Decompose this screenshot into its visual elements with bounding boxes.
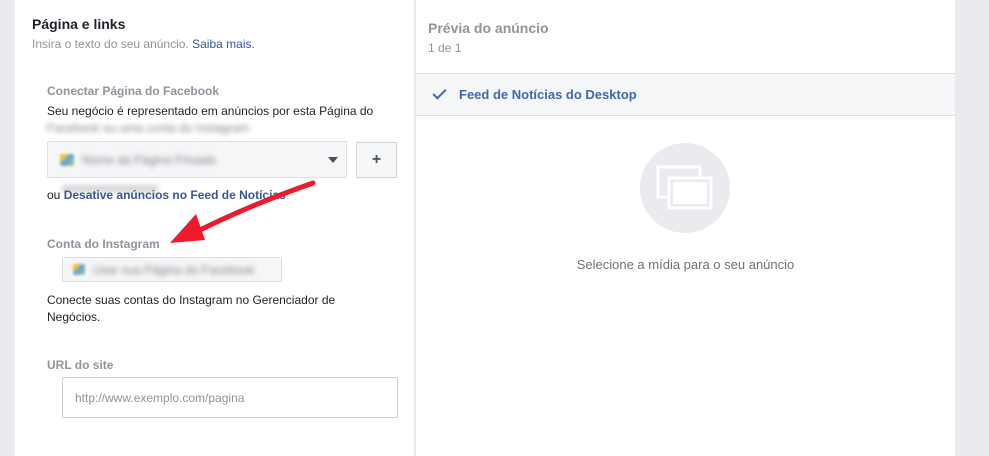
media-placeholder-icon	[656, 165, 713, 210]
selected-instagram-account: Usar sua Página do Facebook	[93, 262, 255, 277]
media-placeholder	[640, 143, 730, 233]
learn-more-link[interactable]: Saiba mais.	[192, 37, 255, 51]
blurred-text: Facebook ou uma conta do Instagram	[47, 121, 250, 135]
facebook-page-label: Conectar Página do Facebook	[47, 84, 220, 98]
empty-preview-message: Selecione a mídia para o seu anúncio	[576, 257, 795, 272]
facebook-page-select[interactable]: Nome da Página Privada	[47, 141, 347, 178]
ads-editor: Página e links Insira o texto do seu anú…	[0, 0, 989, 456]
check-icon	[432, 85, 447, 100]
page-avatar-icon	[60, 153, 74, 166]
instagram-account-label: Conta do Instagram	[47, 237, 160, 251]
section-subtitle: Insira o texto do seu anúncio. Saiba mai…	[32, 37, 255, 51]
preview-title: Prévia do anúncio	[428, 20, 549, 36]
add-page-button[interactable]: +	[356, 142, 397, 178]
website-url-input[interactable]	[62, 377, 398, 418]
ad-preview-panel: Prévia do anúncio 1 de 1 Feed de Notícia…	[416, 0, 955, 456]
placement-selector[interactable]: Feed de Notícias do Desktop	[416, 74, 955, 115]
instagram-account-select[interactable]: Usar sua Página do Facebook	[62, 257, 282, 282]
facebook-page-description: Seu negócio é representado em anúncios p…	[47, 104, 374, 135]
chevron-down-icon	[328, 157, 338, 163]
deactivate-news-feed-link[interactable]: Desative anúncios no Feed de Notícias	[64, 188, 286, 202]
divider	[416, 115, 955, 116]
account-avatar-icon	[73, 264, 85, 275]
placement-label: Feed de Notícias do Desktop	[459, 87, 637, 102]
instagram-description: Conecte suas contas do Instagram no Gere…	[47, 293, 336, 324]
deactivate-line: ou Desative anúncios no Feed de Notícias	[47, 188, 286, 202]
website-url-label: URL do site	[47, 358, 114, 372]
page-and-links-panel: Página e links Insira o texto do seu anú…	[15, 0, 414, 456]
section-title: Página e links	[32, 16, 126, 32]
selected-page-name: Nome da Página Privada	[82, 152, 216, 167]
preview-count: 1 de 1	[428, 41, 462, 55]
